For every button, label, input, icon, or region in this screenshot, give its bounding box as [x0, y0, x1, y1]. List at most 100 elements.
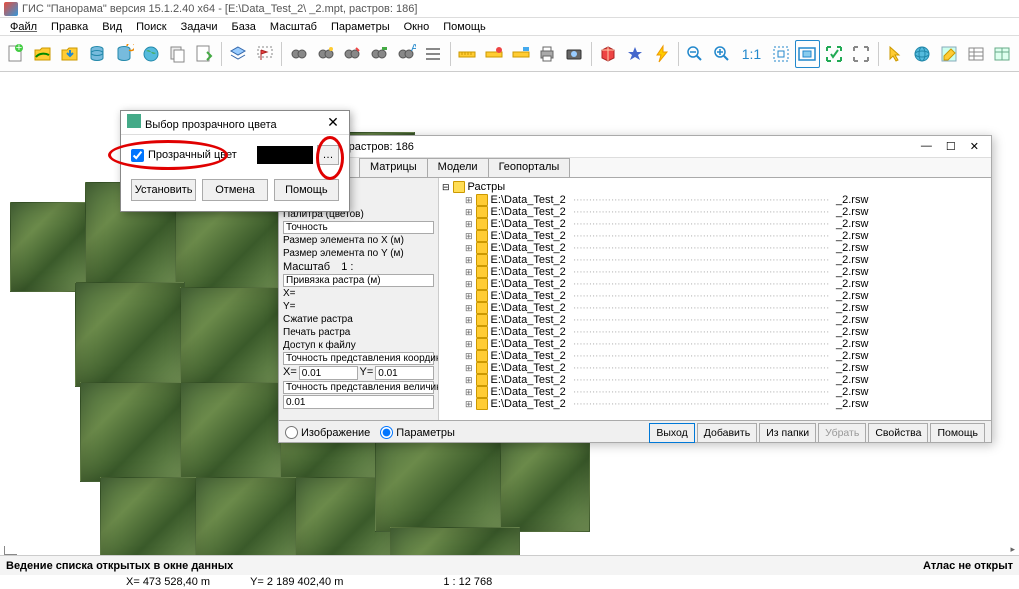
- binoc1-icon[interactable]: [286, 40, 311, 68]
- radio-image[interactable]: Изображение: [285, 426, 370, 439]
- tree-item[interactable]: ⊞E:\Data_Test_2·························…: [441, 314, 989, 326]
- ruler-icon[interactable]: [454, 40, 479, 68]
- binoc2-icon[interactable]: [313, 40, 338, 68]
- scale-11-icon[interactable]: 1:1: [737, 40, 766, 68]
- menu-view[interactable]: Вид: [96, 20, 128, 34]
- star-icon[interactable]: [622, 40, 647, 68]
- tab-models[interactable]: Модели: [427, 158, 489, 177]
- tab-geoportals[interactable]: Геопорталы: [488, 158, 571, 177]
- list-window-titlebar[interactable]: ых - карт: 1, растров: 186 — ☐ ✕: [279, 136, 991, 158]
- db-icon[interactable]: [85, 40, 110, 68]
- pick-color-button[interactable]: …: [317, 145, 339, 165]
- file-icon: [476, 230, 488, 242]
- remove-button[interactable]: Убрать: [818, 423, 866, 443]
- table-icon[interactable]: [963, 40, 988, 68]
- ruler3-icon[interactable]: [508, 40, 533, 68]
- layers-icon[interactable]: [226, 40, 251, 68]
- list-icon[interactable]: [421, 40, 446, 68]
- close-icon[interactable]: ✕: [970, 140, 979, 153]
- svg-text:A: A: [411, 44, 416, 54]
- tree-item[interactable]: ⊞E:\Data_Test_2·························…: [441, 230, 989, 242]
- zoom-out-icon[interactable]: [683, 40, 708, 68]
- precision-y-input[interactable]: [375, 366, 434, 380]
- help-button-2[interactable]: Помощь: [930, 423, 985, 443]
- copy-icon[interactable]: [165, 40, 190, 68]
- file-icon: [476, 290, 488, 302]
- raster-tree[interactable]: ⊟ Растры ⊞E:\Data_Test_2················…: [439, 178, 991, 420]
- tree-item[interactable]: ⊞E:\Data_Test_2·························…: [441, 266, 989, 278]
- zoom-in-icon[interactable]: [710, 40, 735, 68]
- globe-icon[interactable]: [138, 40, 163, 68]
- tree-item[interactable]: ⊞E:\Data_Test_2·························…: [441, 278, 989, 290]
- tree-item[interactable]: ⊞E:\Data_Test_2·························…: [441, 362, 989, 374]
- coord-y: Y= 2 189 402,40 m: [250, 576, 343, 588]
- statusbar-upper: Ведение списка открытых в окне данных Ат…: [0, 555, 1019, 575]
- new-icon[interactable]: +: [4, 40, 29, 68]
- menu-file[interactable]: Файл: [4, 20, 43, 34]
- globe2-icon[interactable]: [909, 40, 934, 68]
- help-button[interactable]: Помощь: [274, 179, 339, 201]
- tree-item[interactable]: ⊞E:\Data_Test_2·························…: [441, 302, 989, 314]
- minimize-icon[interactable]: —: [921, 140, 932, 153]
- tree-root[interactable]: ⊟ Растры: [441, 180, 989, 194]
- menu-tasks[interactable]: Задачи: [175, 20, 224, 34]
- print-icon[interactable]: [535, 40, 560, 68]
- set-button[interactable]: Установить: [131, 179, 196, 201]
- menu-search[interactable]: Поиск: [130, 20, 172, 34]
- tree-item[interactable]: ⊞E:\Data_Test_2·························…: [441, 386, 989, 398]
- ruler2-icon[interactable]: [481, 40, 506, 68]
- menu-scale[interactable]: Масштаб: [264, 20, 323, 34]
- tree-item[interactable]: ⊞E:\Data_Test_2·························…: [441, 290, 989, 302]
- bolt-icon[interactable]: [649, 40, 674, 68]
- precision-x-input[interactable]: [299, 366, 358, 380]
- save-icon[interactable]: [58, 40, 83, 68]
- tree-item[interactable]: ⊞E:\Data_Test_2·························…: [441, 398, 989, 410]
- table2-icon[interactable]: [990, 40, 1015, 68]
- flag-icon[interactable]: [253, 40, 278, 68]
- close-icon[interactable]: ✕: [323, 113, 343, 133]
- file-icon: [476, 338, 488, 350]
- binoc5-icon[interactable]: A: [394, 40, 419, 68]
- tree-item[interactable]: ⊞E:\Data_Test_2·························…: [441, 350, 989, 362]
- tab-matrices[interactable]: Матрицы: [359, 158, 428, 177]
- file-icon: [476, 302, 488, 314]
- dialog-titlebar[interactable]: Выбор прозрачного цвета ✕: [121, 111, 349, 135]
- menu-base[interactable]: База: [226, 20, 262, 34]
- binoc3-icon[interactable]: [340, 40, 365, 68]
- cube-icon[interactable]: [596, 40, 621, 68]
- cancel-button[interactable]: Отмена: [202, 179, 267, 201]
- fit-icon[interactable]: [795, 40, 820, 68]
- menu-help[interactable]: Помощь: [437, 20, 492, 34]
- export-icon[interactable]: [192, 40, 217, 68]
- file-icon: [476, 242, 488, 254]
- tree-item[interactable]: ⊞E:\Data_Test_2·························…: [441, 374, 989, 386]
- tree-item[interactable]: ⊞E:\Data_Test_2·························…: [441, 206, 989, 218]
- properties-button[interactable]: Свойства: [868, 423, 928, 443]
- bounds-icon[interactable]: [849, 40, 874, 68]
- menu-params[interactable]: Параметры: [325, 20, 396, 34]
- tree-item[interactable]: ⊞E:\Data_Test_2·························…: [441, 218, 989, 230]
- precision-val-input[interactable]: [283, 395, 434, 409]
- list-tabs: Матрицы Модели Геопорталы: [279, 158, 991, 178]
- pointer-icon[interactable]: [883, 40, 908, 68]
- tree-item[interactable]: ⊞E:\Data_Test_2·························…: [441, 338, 989, 350]
- edit-map-icon[interactable]: [936, 40, 961, 68]
- binoc4-icon[interactable]: [367, 40, 392, 68]
- transparent-checkbox[interactable]: [131, 149, 144, 162]
- menu-window[interactable]: Окно: [398, 20, 436, 34]
- tree-item[interactable]: ⊞E:\Data_Test_2·························…: [441, 254, 989, 266]
- radio-params[interactable]: Параметры: [380, 426, 455, 439]
- exit-button[interactable]: Выход: [649, 423, 694, 443]
- menu-edit[interactable]: Правка: [45, 20, 94, 34]
- tree-item[interactable]: ⊞E:\Data_Test_2·························…: [441, 326, 989, 338]
- from-folder-button[interactable]: Из папки: [759, 423, 816, 443]
- db-refresh-icon[interactable]: [111, 40, 136, 68]
- cam-icon[interactable]: [562, 40, 587, 68]
- open-icon[interactable]: [31, 40, 56, 68]
- add-button[interactable]: Добавить: [697, 423, 757, 443]
- check-bounds-icon[interactable]: [822, 40, 847, 68]
- tree-item[interactable]: ⊞E:\Data_Test_2·························…: [441, 194, 989, 206]
- extent-icon[interactable]: [768, 40, 793, 68]
- maximize-icon[interactable]: ☐: [946, 140, 956, 153]
- tree-item[interactable]: ⊞E:\Data_Test_2·························…: [441, 242, 989, 254]
